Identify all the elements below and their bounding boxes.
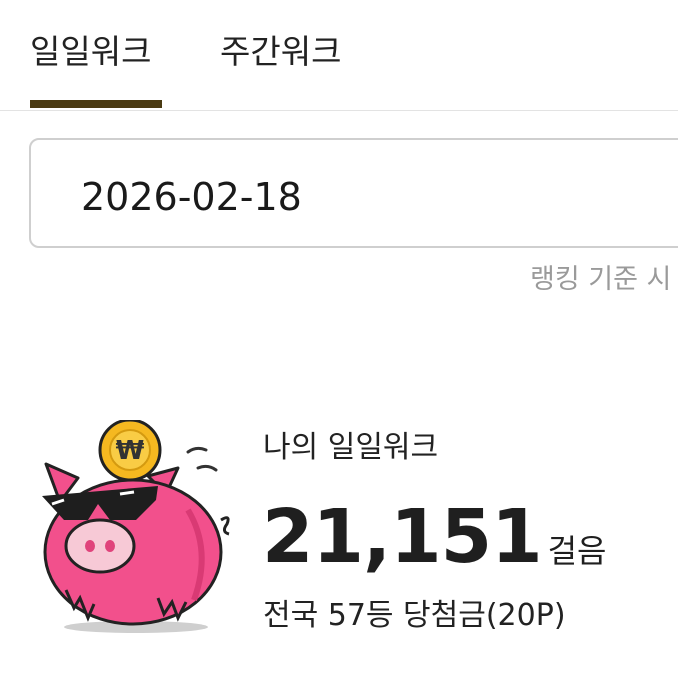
coin-icon: ₩ — [98, 418, 162, 482]
walk-tabs: 일일워크 주간워크 — [0, 0, 678, 111]
tab-daily-walk[interactable]: 일일워크 — [30, 30, 151, 74]
steps-row: 21,151 걸음 — [262, 492, 606, 582]
date-value: 2026-02-18 — [81, 175, 302, 219]
ranking-criteria-note: 랭킹 기준 시 — [530, 264, 672, 295]
date-selector-field[interactable]: 2026-02-18 — [29, 138, 678, 248]
step-unit: 걸음 — [547, 532, 607, 570]
coin-symbol: ₩ — [116, 436, 145, 466]
step-count: 21,151 — [262, 494, 543, 580]
my-daily-walk-title: 나의 일일워크 — [263, 430, 439, 465]
tab-selected-indicator — [30, 100, 162, 108]
daily-walk-screen: 일일워크 주간워크 2026-02-18 랭킹 기준 시 ₩ 나의 일일워크 2… — [0, 0, 678, 693]
tab-weekly-walk[interactable]: 주간워크 — [220, 30, 341, 74]
ranking-prize-text: 전국 57등 당첨금(20P) — [263, 598, 566, 633]
piggy-bank-icon: ₩ — [38, 418, 238, 640]
